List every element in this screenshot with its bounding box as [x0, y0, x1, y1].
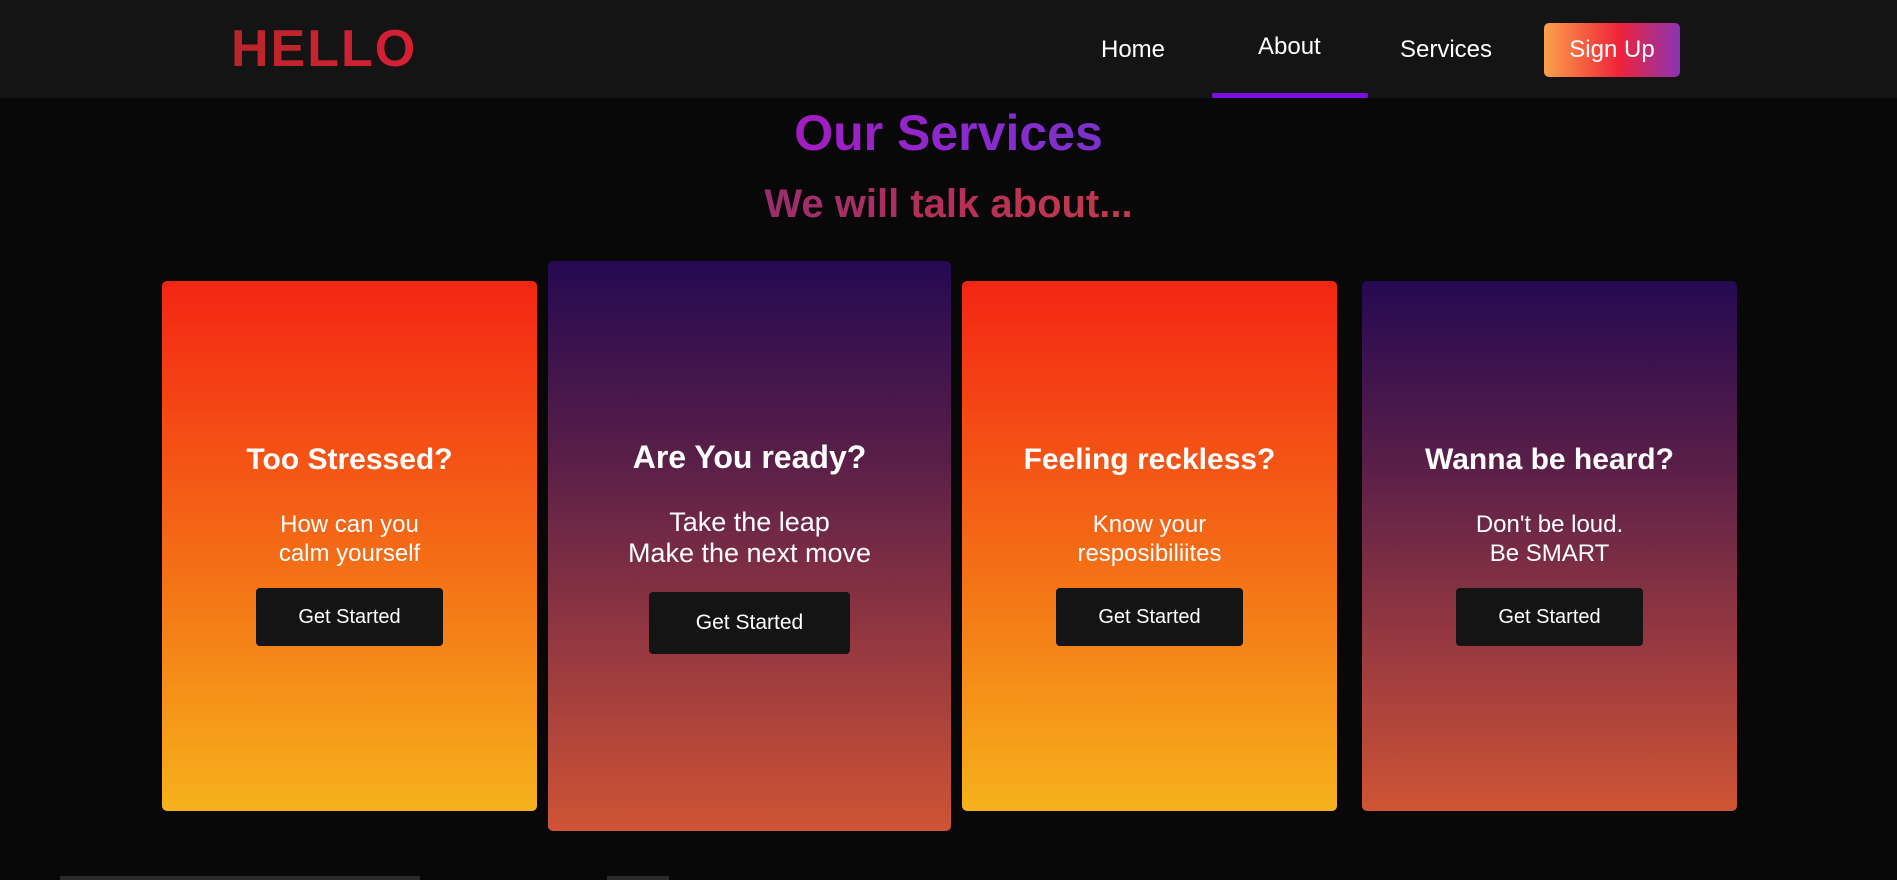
horizontal-scrollbar-thumb[interactable] — [607, 876, 669, 880]
nav-link-home[interactable]: Home — [1101, 35, 1165, 65]
card-description-line: calm yourself — [278, 540, 421, 567]
logo[interactable]: HELLO — [231, 18, 417, 80]
sign-up-button[interactable]: Sign Up — [1544, 23, 1680, 77]
card-title: Are You ready? — [632, 439, 867, 475]
section-title-text: Our Services — [794, 105, 1103, 161]
service-card-heard: Wanna be heard? Don't be loud. Be SMART … — [1362, 281, 1737, 811]
service-card-reckless: Feeling reckless? Know your resposibilii… — [962, 281, 1337, 811]
get-started-button[interactable]: Get Started — [256, 588, 443, 646]
card-description-line: Be SMART — [1489, 540, 1610, 567]
card-description-line: Don't be loud. — [1475, 511, 1624, 538]
navbar: HELLO Home About Services Sign Up — [0, 0, 1897, 98]
card-description: Take the leap Make the next move — [548, 507, 951, 569]
card-description-line: Make the next move — [627, 538, 872, 568]
horizontal-scrollbar-track[interactable] — [60, 876, 420, 880]
service-card-stressed: Too Stressed? How can you calm yourself … — [162, 281, 537, 811]
get-started-button[interactable]: Get Started — [1456, 588, 1643, 646]
section-title: Our Services — [0, 103, 1897, 163]
card-description-line: Know your — [1092, 511, 1207, 538]
nav-link-services[interactable]: Services — [1400, 35, 1492, 65]
card-description: How can you calm yourself — [162, 510, 537, 568]
card-title: Too Stressed? — [246, 443, 453, 476]
get-started-button[interactable]: Get Started — [649, 592, 850, 654]
card-description: Don't be loud. Be SMART — [1362, 510, 1737, 568]
section-subtitle-text: We will talk about... — [764, 182, 1133, 226]
nav-link-about[interactable]: About — [1258, 32, 1321, 62]
card-description-line: resposibiliites — [1077, 540, 1222, 567]
service-card-ready: Are You ready? Take the leap Make the ne… — [548, 261, 951, 831]
card-description-line: Take the leap — [669, 507, 830, 537]
get-started-button[interactable]: Get Started — [1056, 588, 1243, 646]
card-title: Feeling reckless? — [1023, 443, 1276, 476]
card-title: Wanna be heard? — [1425, 443, 1674, 476]
active-nav-indicator — [1212, 93, 1368, 98]
card-description: Know your resposibiliites — [962, 510, 1337, 568]
section-subtitle: We will talk about... — [0, 180, 1897, 228]
card-description-line: How can you — [280, 511, 419, 538]
